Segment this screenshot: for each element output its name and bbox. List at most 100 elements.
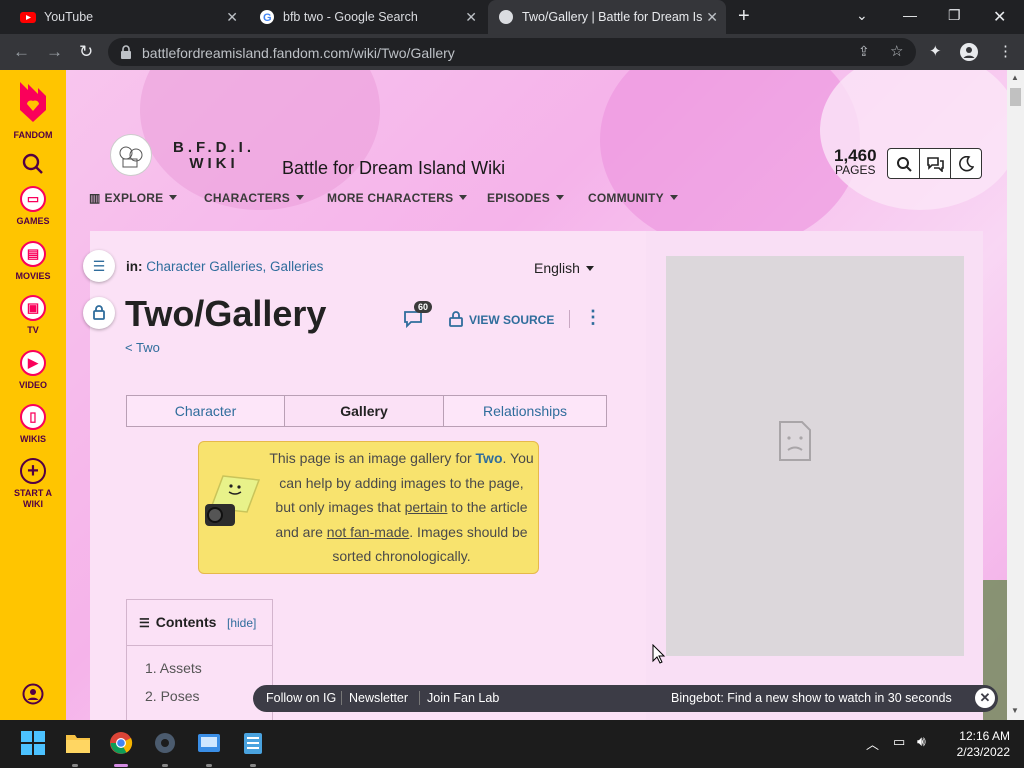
page-counter: 1,460 PAGES bbox=[834, 147, 877, 178]
rail-label: GAMES bbox=[16, 216, 50, 226]
rail-label: VIDEO bbox=[18, 380, 47, 390]
new-tab-button[interactable]: + bbox=[738, 5, 750, 28]
toc-hide-link[interactable]: [hide] bbox=[227, 616, 256, 630]
reload-icon[interactable]: ↻ bbox=[79, 42, 93, 62]
notice-link-pertain[interactable]: pertain bbox=[405, 499, 448, 515]
nav-more-characters[interactable]: MORE CHARACTERS bbox=[327, 191, 468, 205]
background-shape bbox=[820, 70, 1020, 210]
profile-icon[interactable] bbox=[960, 43, 978, 61]
tab-google-search[interactable]: G bfb two - Google Search ✕ bbox=[249, 0, 485, 34]
category-prefix: in: bbox=[126, 259, 143, 274]
notice-link-two[interactable]: Two bbox=[476, 450, 503, 466]
bookmark-star-icon[interactable]: ☆ bbox=[890, 42, 903, 60]
file-explorer-icon[interactable] bbox=[65, 731, 91, 755]
fandom-logo[interactable]: FANDOM bbox=[0, 80, 66, 140]
rail-item-tv[interactable]: ▣ TV bbox=[0, 295, 66, 335]
tab-search-icon[interactable]: ⌄ bbox=[856, 7, 868, 24]
rail-item-start-wiki[interactable]: + START A WIKI bbox=[0, 458, 66, 510]
tab-relationships[interactable]: Relationships bbox=[443, 395, 607, 427]
close-tab-icon[interactable]: ✕ bbox=[706, 9, 718, 26]
comments-button[interactable]: 60 bbox=[403, 301, 433, 334]
view-source-label: VIEW SOURCE bbox=[469, 313, 555, 327]
fandom-brand-label: FANDOM bbox=[13, 130, 53, 140]
page-scrollbar[interactable]: ▲ ▼ bbox=[1007, 70, 1024, 720]
notepad-icon[interactable] bbox=[242, 731, 264, 755]
omnibox[interactable]: battlefordreamisland.fandom.com/wiki/Two… bbox=[108, 38, 916, 66]
bingebot-message[interactable]: Bingebot: Find a new show to watch in 30… bbox=[671, 691, 952, 705]
windows-taskbar: ︿ ▭ 🔊︎ 12:16 AM 2/23/2022 bbox=[0, 720, 1024, 768]
back-link-two[interactable]: < Two bbox=[125, 340, 160, 355]
bfdi-characters-icon bbox=[119, 146, 143, 168]
chevron-down-icon bbox=[296, 195, 304, 200]
fandom-bottom-bar: Follow on IG Newsletter Join Fan Lab Bin… bbox=[253, 685, 998, 712]
toc-toggle-list-icon[interactable]: ☰ bbox=[83, 250, 115, 282]
wiki-wordmark[interactable]: B.F.D.I. WIKI bbox=[173, 140, 255, 172]
follow-on-ig-link[interactable]: Follow on IG bbox=[266, 691, 336, 705]
play-icon: ▶ bbox=[20, 350, 46, 376]
tab-gallery-active[interactable]: Gallery bbox=[284, 395, 444, 427]
divider bbox=[569, 310, 570, 328]
forward-arrow-icon[interactable]: → bbox=[46, 42, 63, 62]
rail-item-video[interactable]: ▶ VIDEO bbox=[0, 350, 66, 390]
control-panel-icon[interactable] bbox=[197, 731, 221, 755]
join-fan-lab-link[interactable]: Join Fan Lab bbox=[427, 691, 499, 705]
chrome-icon[interactable] bbox=[109, 731, 133, 755]
scrollbar-thumb[interactable] bbox=[1010, 88, 1021, 106]
search-icon[interactable] bbox=[22, 153, 44, 175]
dark-mode-moon-icon[interactable] bbox=[958, 156, 974, 172]
lock-icon[interactable] bbox=[120, 45, 132, 59]
discussions-icon[interactable] bbox=[927, 156, 944, 172]
extensions-icon[interactable]: ✦ bbox=[929, 42, 942, 60]
nav-community[interactable]: COMMUNITY bbox=[588, 191, 678, 205]
system-clock[interactable]: 12:16 AM 2/23/2022 bbox=[946, 728, 1010, 760]
close-tab-icon[interactable]: ✕ bbox=[226, 9, 238, 26]
chevron-up-icon[interactable]: ︿ bbox=[866, 734, 879, 753]
share-icon[interactable]: ⇪ bbox=[858, 43, 870, 60]
nav-explore[interactable]: ▥ EXPLORE bbox=[89, 191, 178, 205]
tv-icon: ▣ bbox=[20, 295, 46, 321]
notice-link-not-fan-made[interactable]: not fan-made bbox=[327, 524, 410, 540]
back-arrow-icon[interactable]: ← bbox=[13, 42, 30, 62]
scroll-up-arrow-icon[interactable]: ▲ bbox=[1011, 73, 1019, 82]
tab-character[interactable]: Character bbox=[126, 395, 285, 427]
close-tab-icon[interactable]: ✕ bbox=[465, 9, 477, 26]
category-links[interactable]: in: Character Galleries, Galleries bbox=[126, 259, 323, 274]
maximize-button[interactable]: ❐ bbox=[948, 7, 961, 24]
google-icon: G bbox=[260, 10, 274, 24]
table-of-contents: ☰ Contents [hide] 1. Assets 2. Poses bbox=[126, 599, 273, 720]
minimize-button[interactable]: — bbox=[903, 7, 917, 23]
tab-fandom-active[interactable]: Two/Gallery | Battle for Dream Isl ✕ bbox=[488, 0, 726, 34]
toc-item-poses[interactable]: 2. Poses bbox=[145, 688, 199, 704]
close-icon[interactable]: ✕ bbox=[975, 688, 995, 708]
settings-gear-icon[interactable] bbox=[153, 731, 177, 755]
menu-kebab-icon[interactable]: ⋮ bbox=[998, 42, 1013, 60]
newsletter-link[interactable]: Newsletter bbox=[349, 691, 408, 705]
wiki-logo-image[interactable] bbox=[110, 134, 152, 176]
close-window-button[interactable]: ✕ bbox=[993, 7, 1006, 27]
user-account-icon[interactable] bbox=[22, 683, 44, 705]
clock-date: 2/23/2022 bbox=[956, 745, 1010, 759]
view-source-button[interactable]: VIEW SOURCE bbox=[449, 311, 554, 327]
windows-start-icon[interactable] bbox=[21, 731, 45, 755]
nav-label: EXPLORE bbox=[104, 191, 164, 205]
tab-youtube[interactable]: YouTube ✕ bbox=[10, 0, 246, 34]
nav-episodes[interactable]: EPISODES bbox=[487, 191, 564, 205]
youtube-icon bbox=[20, 12, 36, 23]
rail-item-games[interactable]: ▭ GAMES bbox=[0, 186, 66, 226]
more-options-kebab-icon[interactable]: ⋮ bbox=[584, 307, 602, 328]
chevron-down-icon bbox=[585, 266, 594, 271]
rail-item-movies[interactable]: ▤ MOVIES bbox=[0, 241, 66, 281]
network-icon[interactable]: ▭ bbox=[893, 734, 905, 750]
rail-item-wikis[interactable]: ▯ WIKIS bbox=[0, 404, 66, 444]
page-lock-button[interactable] bbox=[83, 297, 115, 329]
volume-icon[interactable]: 🔊︎ bbox=[917, 733, 926, 750]
wiki-name[interactable]: Battle for Dream Island Wiki bbox=[282, 158, 505, 179]
wordmark-line: WIKI bbox=[189, 155, 239, 172]
category-list[interactable]: Character Galleries, Galleries bbox=[146, 259, 323, 274]
search-icon[interactable] bbox=[896, 156, 912, 172]
chevron-down-icon bbox=[169, 195, 178, 200]
language-selector[interactable]: English bbox=[534, 260, 594, 276]
toc-item-assets[interactable]: 1. Assets bbox=[145, 660, 202, 676]
nav-characters[interactable]: CHARACTERS bbox=[204, 191, 304, 205]
scroll-down-arrow-icon[interactable]: ▼ bbox=[1011, 706, 1019, 715]
